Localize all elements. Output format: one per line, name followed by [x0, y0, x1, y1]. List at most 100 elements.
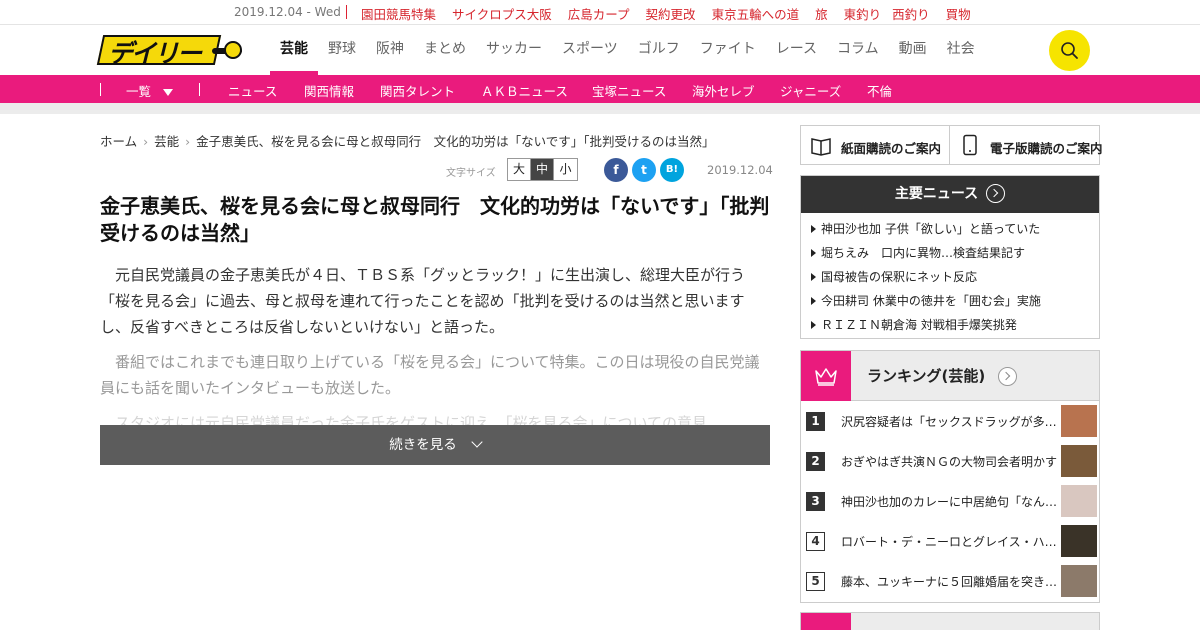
print-subscription-link[interactable]: 紙面購読のご案内	[801, 126, 950, 164]
nav-item-sports[interactable]: スポーツ	[552, 25, 628, 75]
ranking-item[interactable]: 1 沢尻容疑者は「セックスドラッグが多…	[801, 401, 1099, 441]
font-size-large[interactable]: 大	[508, 159, 531, 180]
feature-link[interactable]: 西釣り	[892, 4, 930, 23]
subnav-item-kansai-talent[interactable]: 関西タレント	[380, 81, 455, 100]
subnav-item-news[interactable]: ニュース	[228, 81, 277, 100]
nav-item-soccer[interactable]: サッカー	[476, 25, 552, 75]
ranking-header[interactable]: ランキング(芸能)	[801, 351, 1099, 401]
feature-link[interactable]: サイクロプス大阪	[452, 4, 552, 23]
digital-subscription-link[interactable]: 電子版購読のご案内	[950, 126, 1103, 164]
news-headline: ＲＩＺＩＮ朝倉海 対戦相手爆笑挑発	[821, 318, 1017, 332]
nav-item-entertainment[interactable]: 芸能	[270, 25, 318, 75]
chevron-right-icon: ›	[185, 134, 191, 149]
list-item[interactable]: 堀ちえみ 口内に異物…検査結果記す	[811, 241, 1099, 265]
rank-number: 3	[806, 492, 825, 511]
ranking-badge	[801, 351, 851, 401]
list-item[interactable]: ＲＩＺＩＮ朝倉海 対戦相手爆笑挑発	[811, 313, 1099, 337]
rank-number: 2	[806, 452, 825, 471]
feature-link[interactable]: 広島カープ	[568, 4, 630, 23]
ranking-thumbnail[interactable]	[1061, 525, 1097, 557]
caret-down-icon	[163, 89, 174, 96]
feature-links: 園田競馬特集 サイクロプス大阪 広島カープ 契約更改 東京五輪への道 旅 東釣り…	[361, 4, 987, 23]
hatena-bookmark-icon[interactable]: B!	[660, 158, 684, 182]
font-size-switcher: 大 中 小	[507, 158, 578, 181]
site-logo[interactable]: デイリー	[96, 31, 242, 68]
subnav-item-johnnys[interactable]: ジャニーズ	[780, 81, 841, 100]
chevron-down-icon	[471, 436, 483, 448]
news-headline: 今田耕司 休業中の徳井を「囲む会」実施	[821, 294, 1041, 308]
ranking-item[interactable]: 3 神田沙也加のカレーに中居絶句「なん…	[801, 481, 1099, 521]
nav-item-race[interactable]: レース	[766, 25, 827, 75]
nav-item-hanshin[interactable]: 阪神	[366, 25, 414, 75]
rank-number: 4	[806, 532, 825, 551]
microphone-head-icon	[224, 41, 242, 59]
feature-link[interactable]: 買物	[946, 4, 971, 23]
nav-item-video[interactable]: 動画	[889, 25, 937, 75]
search-icon	[1061, 42, 1078, 59]
nav-item-column[interactable]: コラム	[827, 25, 889, 75]
print-subscription-label: 紙面購読のご案内	[841, 141, 942, 156]
feature-link[interactable]: 旅	[815, 4, 828, 23]
triangle-right-icon	[811, 224, 816, 233]
feature-link[interactable]: 東京五輪への道	[712, 4, 800, 23]
search-button[interactable]	[1049, 30, 1090, 71]
news-headline: 神田沙也加 子供「欲しい」と語っていた	[821, 222, 1041, 236]
nav-item-golf[interactable]: ゴルフ	[628, 25, 690, 75]
read-more-button[interactable]: 続きを見る	[100, 425, 770, 465]
list-item[interactable]: 国母被告の保釈にネット反応	[811, 265, 1099, 289]
ranking-headline: おぎやはぎ共演ＮＧの大物司会者明かす	[841, 455, 1058, 469]
header-shadow-strip	[0, 103, 1200, 114]
breadcrumb-current: 金子恵美氏、桜を見る会に母と叔母同行 文化的功労は「ないです」「批判受けるのは当…	[196, 134, 715, 149]
breadcrumb: ホーム › 芸能 › 金子恵美氏、桜を見る会に母と叔母同行 文化的功労は「ないです」「批…	[100, 131, 715, 150]
subnav-item-kansai-info[interactable]: 関西情報	[304, 81, 354, 100]
article-headline: 金子恵美氏、桜を見る会に母と叔母同行 文化的功労は「ないです」「批判受けるのは当…	[100, 194, 770, 245]
smartphone-icon	[963, 134, 977, 156]
breadcrumb-home[interactable]: ホーム	[100, 134, 137, 149]
ranking-headline: 沢尻容疑者は「セックスドラッグが多…	[841, 415, 1057, 429]
nav-item-matome[interactable]: まとめ	[414, 25, 476, 75]
rank-number: 1	[806, 412, 825, 431]
feature-link[interactable]: 契約更改	[646, 4, 696, 23]
article-paragraph: 元自民党議員の金子恵美氏が４日、ＴＢＳ系「グッとラック！」に生出演し、総理大臣が…	[100, 266, 746, 336]
triangle-right-icon	[811, 248, 816, 257]
list-item[interactable]: 神田沙也加 子供「欲しい」と語っていた	[811, 217, 1099, 241]
article-date: 2019.12.04	[707, 163, 773, 177]
subnav-item-akb[interactable]: ＡＫＢニュース	[481, 81, 568, 100]
nav-item-fight[interactable]: ファイト	[690, 25, 766, 75]
divider	[199, 83, 200, 96]
current-date: 2019.12.04 - Wed	[234, 5, 341, 19]
feature-link[interactable]: 園田競馬特集	[361, 4, 436, 23]
ranking-thumbnail[interactable]	[1061, 405, 1097, 437]
subnav-item-affair[interactable]: 不倫	[867, 81, 892, 100]
breadcrumb-category[interactable]: 芸能	[154, 134, 179, 149]
ranking-title: ランキング(芸能)	[867, 367, 986, 385]
site-header: デイリー 芸能 野球 阪神 まとめ サッカー スポーツ ゴルフ ファイト レース…	[0, 25, 1200, 75]
article-body: 元自民党議員の金子恵美氏が４日、ＴＢＳ系「グッとラック！」に生出演し、総理大臣が…	[100, 262, 770, 445]
nav-item-baseball[interactable]: 野球	[318, 25, 366, 75]
news-headline: 国母被告の保釈にネット反応	[821, 270, 978, 284]
book-icon	[811, 138, 831, 156]
font-size-medium[interactable]: 中	[531, 159, 554, 180]
nav-item-society[interactable]: 社会	[937, 25, 985, 75]
chevron-right-circle-icon	[986, 183, 1006, 203]
read-more-label: 続きを見る	[389, 437, 457, 453]
main-news-header[interactable]: 主要ニュース	[801, 176, 1099, 213]
ranking-item[interactable]: 4 ロバート・デ・ニーロとグレイス・ハ…	[801, 521, 1099, 561]
list-dropdown[interactable]: 一覧	[126, 81, 174, 100]
article-tools: 文字サイズ 大 中 小 f t B! 2019.12.04	[446, 158, 773, 182]
ranking-thumbnail[interactable]	[1061, 445, 1097, 477]
feature-link[interactable]: 東釣り	[844, 4, 882, 23]
font-size-small[interactable]: 小	[554, 159, 577, 180]
facebook-share-icon[interactable]: f	[604, 158, 628, 182]
ranking-item[interactable]: 2 おぎやはぎ共演ＮＧの大物司会者明かす	[801, 441, 1099, 481]
subnav-item-takarazuka[interactable]: 宝塚ニュース	[592, 81, 666, 100]
twitter-share-icon[interactable]: t	[632, 158, 656, 182]
ranking-thumbnail[interactable]	[1061, 565, 1097, 597]
ranking-item[interactable]: 5 藤本、ユッキーナに５回離婚届を突き…	[801, 561, 1099, 601]
list-item[interactable]: 今田耕司 休業中の徳井を「囲む会」実施	[811, 289, 1099, 313]
category-subnav: 一覧 ニュース 関西情報 関西タレント ＡＫＢニュース 宝塚ニュース 海外セレブ…	[0, 75, 1200, 103]
subnav-item-celeb[interactable]: 海外セレブ	[692, 81, 755, 100]
triangle-right-icon	[811, 296, 816, 305]
subscription-links: 紙面購読のご案内 電子版購読のご案内	[800, 125, 1103, 165]
ranking-thumbnail[interactable]	[1061, 485, 1097, 517]
